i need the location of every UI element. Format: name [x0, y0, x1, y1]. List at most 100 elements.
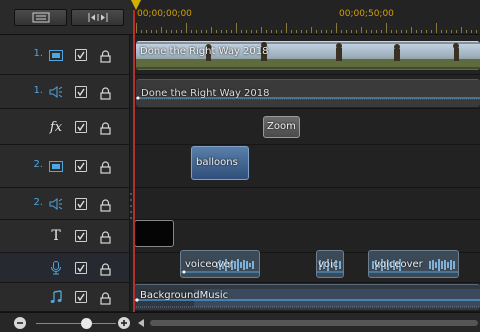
music-clip[interactable]: BackgroundMusic	[134, 284, 480, 310]
ruler-tick	[456, 30, 457, 33]
track-header-audio-1[interactable]: 1.	[0, 75, 130, 109]
ruler-tick	[221, 30, 222, 33]
scroll-left-arrow-icon[interactable]	[138, 319, 144, 327]
ruler-tick	[416, 30, 417, 33]
ruler-tick	[246, 30, 247, 33]
ruler-tick	[251, 30, 252, 33]
ruler-tick	[421, 30, 422, 33]
track-enable-checkbox[interactable]	[75, 198, 87, 210]
ruler-tick	[146, 30, 147, 33]
ruler-tick	[151, 30, 152, 33]
ruler-tick	[406, 30, 407, 33]
track-enable-checkbox[interactable]	[75, 49, 87, 61]
clip-label: voic	[318, 259, 339, 270]
track-header-video-2[interactable]: 2.	[0, 145, 130, 188]
ruler-tick	[326, 30, 327, 33]
scrollbar-thumb[interactable]	[150, 320, 478, 326]
track-lock-icon[interactable]	[99, 290, 112, 305]
ruler-tick	[396, 30, 397, 33]
ruler-tick	[266, 30, 267, 33]
ruler-tick	[226, 30, 227, 33]
track-lock-icon[interactable]	[99, 48, 112, 63]
track-lock-icon[interactable]	[99, 159, 112, 174]
title-track-icon: T	[51, 228, 61, 244]
ruler-tick	[166, 30, 167, 33]
zoom-in-button[interactable]	[118, 317, 130, 329]
track-header-effects[interactable]: fx	[0, 109, 130, 145]
ruler-tick	[201, 30, 202, 33]
track-manager-button[interactable]	[14, 9, 67, 26]
voice-clip-1[interactable]: voiceover	[180, 250, 260, 278]
time-ruler[interactable]: 00;00;00;00 00;00;50;00	[134, 0, 480, 35]
track-lock-icon[interactable]	[99, 85, 112, 100]
effect-clip-zoom[interactable]: Zoom	[263, 116, 300, 138]
lane-audio-2[interactable]	[134, 188, 480, 220]
ruler-tick	[181, 30, 182, 33]
ruler-tick	[296, 30, 297, 33]
video-track-icon	[48, 48, 64, 62]
ruler-tick	[311, 27, 312, 33]
playhead-handle[interactable]	[131, 0, 141, 10]
ruler-tick	[381, 30, 382, 33]
track-lock-icon[interactable]	[99, 197, 112, 212]
track-lock-icon[interactable]	[99, 261, 112, 276]
fit-timeline-button[interactable]	[71, 9, 124, 26]
ruler-tick	[176, 30, 177, 33]
track-header-voice[interactable]	[0, 253, 130, 283]
ruler-tick	[301, 30, 302, 33]
minus-icon	[17, 322, 23, 324]
title-clip[interactable]	[134, 220, 174, 247]
ruler-tick	[191, 30, 192, 33]
video-clip-balloons[interactable]: balloons	[191, 146, 249, 180]
track-header-toolbar	[0, 0, 134, 35]
track-enable-checkbox[interactable]	[75, 86, 87, 98]
clip-label: voiceover	[185, 259, 234, 270]
ruler-tick	[261, 27, 262, 33]
ruler-tick	[451, 30, 452, 33]
ruler-tick	[356, 30, 357, 33]
music-note-icon	[48, 290, 64, 304]
ruler-tick	[156, 30, 157, 33]
ruler-tick	[321, 30, 322, 33]
ruler-tick	[426, 30, 427, 33]
timeline-editor: 00;00;00;00 00;00;50;00 1. 1. fx 2. 2. T…	[0, 0, 480, 332]
track-header-title[interactable]: T	[0, 220, 130, 253]
horizontal-scrollbar[interactable]	[138, 319, 478, 327]
zoom-slider-track[interactable]	[36, 323, 116, 324]
ruler-tick	[196, 30, 197, 33]
track-enable-checkbox[interactable]	[75, 230, 87, 242]
ruler-timecode-start: 00;00;00;00	[137, 9, 192, 19]
ruler-tick	[291, 30, 292, 33]
clip-label: voiceover	[374, 259, 423, 270]
track-header-video-1[interactable]: 1.	[0, 35, 130, 75]
lane-video-2[interactable]	[134, 145, 480, 188]
zoom-slider-knob[interactable]	[81, 318, 92, 329]
track-headers: 1. 1. fx 2. 2. T	[0, 35, 134, 312]
fit-to-window-icon	[88, 13, 107, 22]
track-lock-icon[interactable]	[99, 120, 112, 135]
track-header-music[interactable]	[0, 283, 130, 312]
audio-clip-main[interactable]: Done the Right Way 2018	[136, 79, 480, 107]
ruler-tick	[336, 23, 337, 33]
ruler-tick	[346, 30, 347, 33]
video-clip-main[interactable]: Done the Right Way 2018	[136, 41, 480, 70]
ruler-tick	[386, 23, 387, 33]
zoom-out-button[interactable]	[14, 317, 26, 329]
track-enable-checkbox[interactable]	[75, 262, 87, 274]
ruler-tick	[306, 30, 307, 33]
audio-track-icon	[48, 197, 64, 211]
lane-title[interactable]	[134, 220, 480, 253]
track-enable-checkbox[interactable]	[75, 291, 87, 303]
lane-effects[interactable]	[134, 109, 480, 145]
track-enable-checkbox[interactable]	[75, 121, 87, 133]
voice-clip-2[interactable]: voic	[316, 250, 344, 278]
track-lock-icon[interactable]	[99, 229, 112, 244]
clip-label: Done the Right Way 2018	[141, 88, 270, 99]
track-number: 1.	[33, 48, 43, 59]
ruler-tick	[211, 27, 212, 33]
track-enable-checkbox[interactable]	[75, 160, 87, 172]
track-header-audio-2[interactable]: 2.	[0, 188, 130, 220]
voice-clip-3[interactable]: voiceover	[368, 250, 459, 278]
playhead-line[interactable]	[133, 10, 135, 312]
ruler-tick	[471, 30, 472, 33]
